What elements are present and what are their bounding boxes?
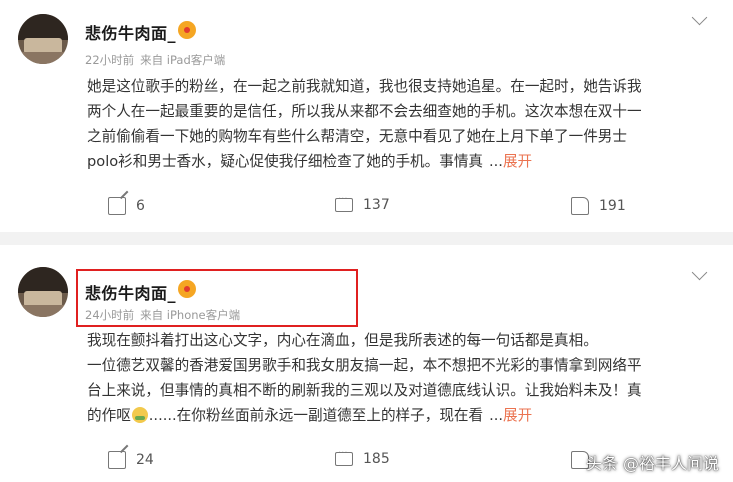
- content-line-prefix: 的作呕: [87, 407, 131, 424]
- ellipsis: ...: [489, 407, 504, 424]
- comment-button[interactable]: 185: [335, 448, 390, 467]
- content-line-last: polo衫和男士香水，疑心促使我仔细检查了她的手机。事情真 ...展开: [87, 149, 707, 174]
- share-icon: [108, 451, 126, 469]
- expand-link[interactable]: 展开: [503, 153, 532, 170]
- content-line-last: 的作呕 ......在你粉丝面前永远一副道德至上的样子，现在看 ...展开: [87, 403, 707, 428]
- post-time[interactable]: 22小时前: [85, 53, 134, 67]
- post-source: 来自 iPad客户端: [140, 53, 226, 67]
- post-content: 我现在颤抖着打出这心文字，内心在滴血，但是我所表述的每一句话都是真相。 一位德艺…: [87, 328, 707, 428]
- avatar[interactable]: [18, 267, 68, 317]
- content-line: 她是这位歌手的粉丝，在一起之前我就知道，我也很支持她追星。在一起时，她告诉我: [87, 78, 642, 95]
- watermark: 头条 @裕丰人间说: [585, 454, 719, 473]
- content-line-text: ......在你粉丝面前永远一副道德至上的样子，现在看: [148, 407, 484, 424]
- share-icon: [108, 197, 126, 215]
- thumbs-up-icon: [571, 197, 589, 215]
- comment-button[interactable]: 137: [335, 194, 390, 213]
- content-line: 我现在颤抖着打出这心文字，内心在滴血，但是我所表述的每一句话都是真相。: [87, 332, 598, 349]
- share-count: 6: [136, 198, 145, 214]
- highlight-box: [76, 269, 358, 327]
- post-card: 悲伤牛肉面_ 22小时前 来自 iPad客户端 她是这位歌手的粉丝，在一起之前我就…: [0, 0, 733, 232]
- expand-link[interactable]: 展开: [503, 407, 532, 424]
- content-line: 两个人在一起最重要的是信任，所以我从来都不会去细查她的手机。这次本想在双十一: [87, 103, 642, 120]
- action-bar: 6 137 191: [0, 194, 733, 227]
- username[interactable]: 悲伤牛肉面_: [85, 20, 176, 44]
- avatar[interactable]: [18, 14, 68, 64]
- comment-count: 137: [363, 197, 390, 213]
- comment-icon: [335, 194, 353, 212]
- content-line: 之前偷偷看一下她的购物车有些什么帮清空，无意中看见了她在上月下单了一件男士: [87, 128, 627, 145]
- share-button[interactable]: 24: [108, 451, 154, 469]
- share-count: 24: [136, 452, 154, 468]
- chevron-down-icon[interactable]: [691, 9, 708, 26]
- comment-count: 185: [363, 451, 390, 467]
- ellipsis: ...: [489, 153, 503, 170]
- verified-badge-icon: [178, 21, 196, 39]
- chevron-down-icon[interactable]: [691, 264, 708, 281]
- like-button[interactable]: 191: [571, 197, 626, 215]
- like-count: 191: [599, 198, 626, 214]
- comment-icon: [335, 448, 353, 466]
- share-button[interactable]: 6: [108, 197, 145, 215]
- content-line: 一位德艺双馨的香港爱国男歌手和我女朋友搞一起，本不想把不光彩的事情拿到网络平: [87, 357, 642, 374]
- content-line: 台上来说，但事情的真相不断的刷新我的三观以及对道德底线认识。让我始料未及！真: [87, 382, 642, 399]
- post-content: 她是这位歌手的粉丝，在一起之前我就知道，我也很支持她追星。在一起时，她告诉我 两…: [87, 74, 707, 174]
- vomit-emoji-icon: [131, 407, 148, 423]
- post-meta: 22小时前 来自 iPad客户端: [85, 52, 231, 68]
- content-line-text: polo衫和男士香水，疑心促使我仔细检查了她的手机。事情真: [87, 153, 484, 170]
